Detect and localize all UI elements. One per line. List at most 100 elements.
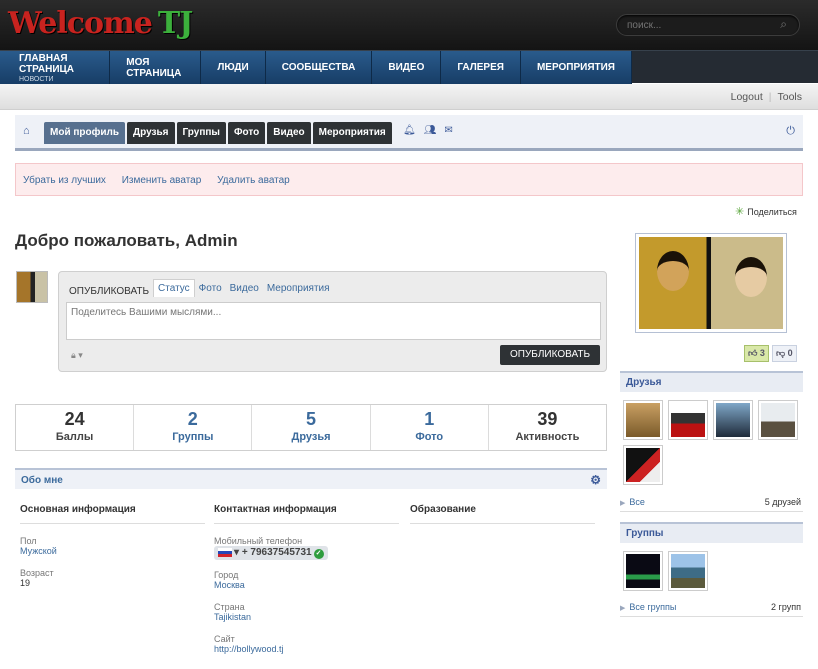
- friends-requests-icon[interactable]: 👥︎: [424, 125, 437, 136]
- friend-thumb[interactable]: [668, 400, 708, 440]
- stat-value: 2: [187, 409, 198, 429]
- groups-footer: ▶ Все группы 2 групп: [620, 602, 803, 617]
- tools-link[interactable]: Tools: [777, 91, 802, 103]
- stat-value: 5: [306, 409, 317, 429]
- separator: |: [768, 91, 772, 103]
- search-input[interactable]: [617, 15, 757, 35]
- page-title: Добро пожаловать, Admin: [15, 231, 238, 250]
- nav-item-video[interactable]: Видео: [372, 51, 442, 84]
- nav-label: Видео: [388, 62, 425, 73]
- tab-friends[interactable]: Друзья: [127, 122, 175, 144]
- stat-photos[interactable]: 1 Фото: [371, 405, 489, 450]
- logo-accent: TJ: [157, 6, 194, 41]
- group-thumb[interactable]: [668, 551, 708, 591]
- basic-info-title: Основная информация: [20, 504, 205, 524]
- education-column: Образование: [410, 504, 595, 536]
- nav-item-gallery[interactable]: Галерея: [441, 51, 521, 84]
- messages-icon[interactable]: ✉︎: [444, 125, 452, 136]
- friend-thumb[interactable]: [713, 400, 753, 440]
- nav-item-communities[interactable]: Сообщества: [266, 51, 373, 84]
- stat-points: 24 Баллы: [16, 405, 135, 450]
- nav-label: Сообщества: [281, 62, 356, 73]
- logo-text: Welcome: [8, 6, 153, 41]
- gear-icon[interactable]: ⚙: [590, 473, 601, 487]
- stat-label: Активность: [515, 431, 580, 443]
- search-box: ⌕: [616, 14, 800, 36]
- groups-count: 2 групп: [771, 602, 801, 612]
- age-value: 19: [20, 578, 31, 588]
- profile-photo[interactable]: [635, 233, 787, 333]
- about-header: Обо мне ⚙: [15, 468, 607, 489]
- notifications-icon[interactable]: 🔔︎: [403, 125, 416, 136]
- power-icon[interactable]: ⏻: [786, 125, 795, 138]
- tab-events[interactable]: Мероприятия: [312, 122, 392, 144]
- thumbs-down-icon: 👎︎: [775, 348, 786, 358]
- home-icon[interactable]: ⌂: [23, 125, 30, 137]
- share-label: Поделиться: [747, 207, 797, 217]
- gender-value[interactable]: Мужской: [20, 546, 205, 556]
- friends-footer: ▶ Все 5 друзей: [620, 497, 803, 512]
- remove-from-featured-link[interactable]: Убрать из лучших: [23, 175, 106, 186]
- nav-sublabel: Новости: [19, 75, 54, 83]
- logout-link[interactable]: Logout: [731, 91, 763, 103]
- thumbs-up-icon: 👍︎: [748, 348, 758, 358]
- group-thumb[interactable]: [623, 551, 663, 591]
- stat-friends[interactable]: 5 Друзья: [252, 405, 371, 450]
- country-value[interactable]: Tajikistan: [214, 612, 399, 622]
- nav-item-events[interactable]: Мероприятия: [521, 51, 632, 84]
- change-avatar-link[interactable]: Изменить аватар: [122, 175, 202, 186]
- search-icon[interactable]: ⌕: [780, 17, 787, 32]
- publish-button[interactable]: Опубликовать: [500, 345, 600, 365]
- share-icon: ✳: [735, 206, 745, 218]
- like-button[interactable]: 👍︎ 3: [744, 345, 769, 362]
- nav-label: Мероприятия: [536, 62, 615, 73]
- friends-count: 5 друзей: [764, 497, 801, 507]
- all-friends-link[interactable]: Все: [629, 497, 645, 507]
- stat-activity: 39 Активность: [489, 405, 606, 450]
- header: WelcomeTJ ⌕: [0, 0, 818, 50]
- composer-tab-video[interactable]: Видео: [226, 280, 263, 297]
- delete-avatar-link[interactable]: Удалить аватар: [217, 175, 290, 186]
- site-logo[interactable]: Welcome TJ: [8, 6, 194, 41]
- stat-value: 39: [537, 409, 558, 429]
- nav-item-people[interactable]: Люди: [201, 51, 266, 84]
- site-value[interactable]: http://bollywood.tj: [214, 644, 399, 654]
- composer-tab-events[interactable]: Мероприятия: [263, 280, 334, 297]
- votes: 👍︎ 3 👎︎ 0: [744, 345, 797, 362]
- site-label: Сайт: [214, 634, 235, 644]
- status-input[interactable]: [66, 302, 601, 340]
- tab-my-profile[interactable]: Мой профиль: [44, 122, 126, 144]
- triangle-icon: ▶: [620, 500, 626, 507]
- composer-tab-photo[interactable]: Фото: [195, 280, 226, 297]
- composer-tab-status[interactable]: Статус: [153, 279, 195, 297]
- composer-label: Опубликовать: [69, 285, 150, 297]
- city-value[interactable]: Москва: [214, 580, 399, 590]
- stats-bar: 24 Баллы 2 Группы 5 Друзья 1 Фото 39 Активнос…: [15, 404, 607, 451]
- phone-number: + 79637545731: [241, 547, 312, 558]
- russia-flag-icon: [218, 547, 232, 557]
- privacy-lock-icon[interactable]: 🔒︎ ▾: [71, 350, 83, 361]
- nav-item-home[interactable]: Главная страница Новости: [0, 51, 111, 84]
- age-label: Возраст: [20, 568, 54, 578]
- friend-thumb[interactable]: [623, 445, 663, 485]
- stat-value: 24: [64, 409, 85, 429]
- city-label: Город: [214, 570, 239, 580]
- tab-groups[interactable]: Группы: [176, 122, 226, 144]
- gender-label: Пол: [20, 536, 37, 546]
- friend-thumb[interactable]: [623, 400, 663, 440]
- dislike-button[interactable]: 👎︎ 0: [771, 345, 797, 362]
- nav-item-my-page[interactable]: Моя страница: [110, 51, 202, 84]
- stat-groups[interactable]: 2 Группы: [134, 405, 253, 450]
- groups-header: Группы: [620, 522, 803, 543]
- tab-photos[interactable]: Фото: [227, 122, 266, 144]
- avatar[interactable]: [16, 271, 48, 303]
- tab-videos[interactable]: Видео: [267, 122, 311, 144]
- friend-thumb[interactable]: [758, 400, 798, 440]
- share-button[interactable]: ✳ Поделиться: [735, 205, 797, 218]
- all-groups-link[interactable]: Все группы: [629, 602, 676, 612]
- phone-value: ▾ + 79637545731 ✓: [214, 546, 328, 560]
- stat-label: Фото: [415, 431, 444, 443]
- contact-info-title: Контактная информация: [214, 504, 399, 524]
- nav-label: Галерея: [457, 62, 504, 73]
- top-links-bar: Logout | Tools: [0, 84, 818, 110]
